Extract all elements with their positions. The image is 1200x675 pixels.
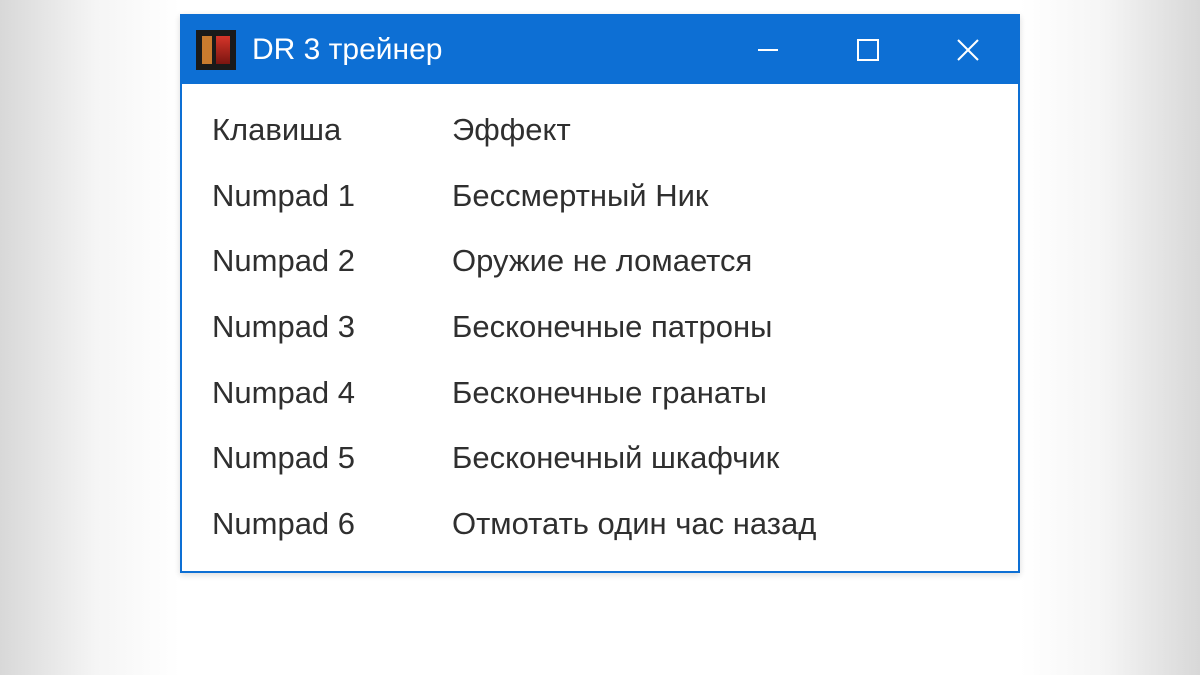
header-effect: Эффект	[452, 112, 988, 148]
effect-cell: Бесконечные патроны	[452, 309, 988, 345]
minimize-button[interactable]	[718, 16, 818, 84]
app-icon	[196, 30, 236, 70]
key-cell: Numpad 2	[212, 243, 452, 279]
table-row: Numpad 1 Бессмертный Ник	[212, 178, 988, 214]
key-cell: Numpad 4	[212, 375, 452, 411]
close-button[interactable]	[918, 16, 1018, 84]
effect-cell: Оружие не ломается	[452, 243, 988, 279]
titlebar[interactable]: DR 3 трейнер	[182, 16, 1018, 84]
key-cell: Numpad 5	[212, 440, 452, 476]
maximize-icon	[855, 37, 881, 63]
client-area: Клавиша Эффект Numpad 1 Бессмертный Ник …	[182, 84, 1018, 571]
window-title: DR 3 трейнер	[252, 33, 443, 67]
table-row: Numpad 6 Отмотать один час назад	[212, 506, 988, 542]
effect-cell: Бесконечный шкафчик	[452, 440, 988, 476]
window-controls	[718, 16, 1018, 84]
effect-cell: Отмотать один час назад	[452, 506, 988, 542]
key-cell: Numpad 3	[212, 309, 452, 345]
close-icon	[953, 35, 983, 65]
maximize-button[interactable]	[818, 16, 918, 84]
key-cell: Numpad 1	[212, 178, 452, 214]
minimize-icon	[754, 36, 782, 64]
key-cell: Numpad 6	[212, 506, 452, 542]
header-key: Клавиша	[212, 112, 452, 148]
table-row: Numpad 4 Бесконечные гранаты	[212, 375, 988, 411]
table-row: Numpad 5 Бесконечный шкафчик	[212, 440, 988, 476]
effect-cell: Бессмертный Ник	[452, 178, 988, 214]
app-window: DR 3 трейнер Клавиша	[180, 14, 1020, 573]
effect-cell: Бесконечные гранаты	[452, 375, 988, 411]
table-row: Numpad 3 Бесконечные патроны	[212, 309, 988, 345]
table-row: Numpad 2 Оружие не ломается	[212, 243, 988, 279]
header-row: Клавиша Эффект	[212, 112, 988, 148]
